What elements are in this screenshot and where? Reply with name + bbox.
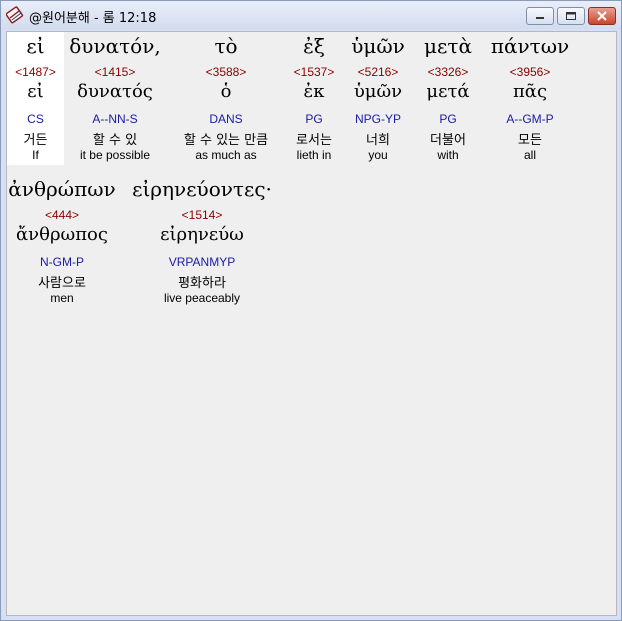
strongs-number[interactable]: <1514>	[127, 208, 277, 222]
window-title: @원어분해 - 롬 12:18	[29, 11, 157, 26]
korean-gloss: 할 수 있는 만큼	[183, 133, 269, 148]
lemma-word: εἰρηνεύω	[160, 224, 244, 245]
korean-gloss: 더불어	[430, 133, 466, 148]
korean-gloss: 사람으로	[38, 276, 86, 291]
word-block[interactable]: εἰ <1487> εἰ CS 거든 If	[7, 32, 64, 165]
korean-gloss: 로서는	[296, 133, 332, 148]
english-gloss: If	[32, 148, 39, 162]
parsing-code: DANS	[209, 112, 243, 126]
strongs-number[interactable]: <3956>	[482, 65, 578, 79]
parsing-code: NPG-YP	[354, 112, 401, 126]
minimize-button[interactable]	[526, 7, 554, 25]
english-gloss: it be possible	[79, 148, 151, 162]
strongs-number[interactable]: <1487>	[7, 65, 64, 79]
word-block[interactable]: ἐξ <1537> ἐκ PG 로서는 lieth in	[286, 32, 342, 165]
greek-word: εἰ	[26, 34, 45, 58]
greek-word: μετὰ	[424, 34, 472, 58]
english-gloss: with	[437, 148, 459, 162]
close-button[interactable]	[588, 7, 616, 25]
word-block[interactable]: πάντων <3956> πᾶς A--GM-P 모든 all	[482, 32, 578, 165]
lemma-word: εἰ	[27, 81, 44, 102]
korean-gloss: 모든	[518, 133, 542, 148]
word-block[interactable]: μετὰ <3326> μετά PG 더불어 with	[414, 32, 482, 165]
greek-word: ἐξ	[303, 34, 325, 58]
korean-gloss: 거든	[23, 133, 48, 148]
english-gloss: live peaceably	[163, 291, 241, 305]
greek-word: εἰρηνεύοντες·	[132, 177, 272, 201]
parsing-code: N-GM-P	[40, 255, 84, 269]
app-window: @원어분해 - 롬 12:18 εἰ <1487> εἰ CS 거든 If δυ…	[0, 0, 622, 621]
greek-word: ὑμῶν	[351, 34, 405, 58]
strongs-number[interactable]: <444>	[7, 208, 117, 222]
lemma-word: πᾶς	[512, 81, 548, 102]
close-icon	[597, 11, 607, 21]
maximize-icon	[566, 12, 576, 20]
strongs-number[interactable]: <1415>	[64, 65, 166, 79]
parsing-code: PG	[305, 112, 323, 126]
english-gloss: men	[50, 291, 74, 305]
lemma-word: ἄνθρωπος	[16, 224, 108, 245]
lemma-word: ὑμῶν	[353, 81, 403, 102]
bible-app-icon	[6, 6, 24, 24]
greek-word: ἀνθρώπων	[8, 177, 116, 201]
word-block[interactable]: ἀνθρώπων <444> ἄνθρωπος N-GM-P 사람으로 men	[7, 175, 117, 308]
title-bar[interactable]: @원어분해 - 롬 12:18	[1, 1, 621, 29]
strongs-number[interactable]: <5216>	[342, 65, 414, 79]
strongs-number[interactable]: <3588>	[166, 65, 286, 79]
english-gloss: lieth in	[296, 148, 332, 162]
parsing-code: PG	[439, 112, 457, 126]
greek-word: πάντων	[490, 34, 570, 58]
parsing-code: A--NN-S	[92, 112, 138, 126]
korean-gloss: 할 수 있	[92, 133, 138, 148]
strongs-number[interactable]: <1537>	[286, 65, 342, 79]
parsing-code: A--GM-P	[506, 112, 554, 126]
interlinear-panel: εἰ <1487> εἰ CS 거든 If δυνατόν, <1415> δυ…	[6, 31, 617, 616]
maximize-button[interactable]	[557, 7, 585, 25]
greek-word: δυνατόν,	[69, 34, 161, 58]
word-block[interactable]: δυνατόν, <1415> δυνατός A--NN-S 할 수 있 it…	[64, 32, 166, 165]
korean-gloss: 평화하라	[178, 276, 226, 291]
word-block[interactable]: τὸ <3588> ὁ DANS 할 수 있는 만큼 as much as	[166, 32, 286, 165]
lemma-word: δυνατός	[77, 81, 153, 102]
english-gloss: all	[523, 148, 536, 162]
word-block[interactable]: εἰρηνεύοντες· <1514> εἰρηνεύω VRPANMYP 평…	[127, 175, 277, 308]
parsing-code: VRPANMYP	[168, 255, 236, 269]
lemma-word: μετά	[426, 81, 470, 102]
english-gloss: you	[368, 148, 388, 162]
lemma-word: ἐκ	[303, 81, 325, 102]
minimize-icon	[536, 17, 544, 19]
strongs-number[interactable]: <3326>	[414, 65, 482, 79]
word-block[interactable]: ὑμῶν <5216> ὑμῶν NPG-YP 너희 you	[342, 32, 414, 165]
lemma-word: ὁ	[220, 81, 232, 102]
korean-gloss: 너희	[366, 133, 390, 148]
greek-word: τὸ	[214, 34, 238, 58]
english-gloss: as much as	[195, 148, 257, 162]
parsing-code: CS	[27, 112, 44, 126]
